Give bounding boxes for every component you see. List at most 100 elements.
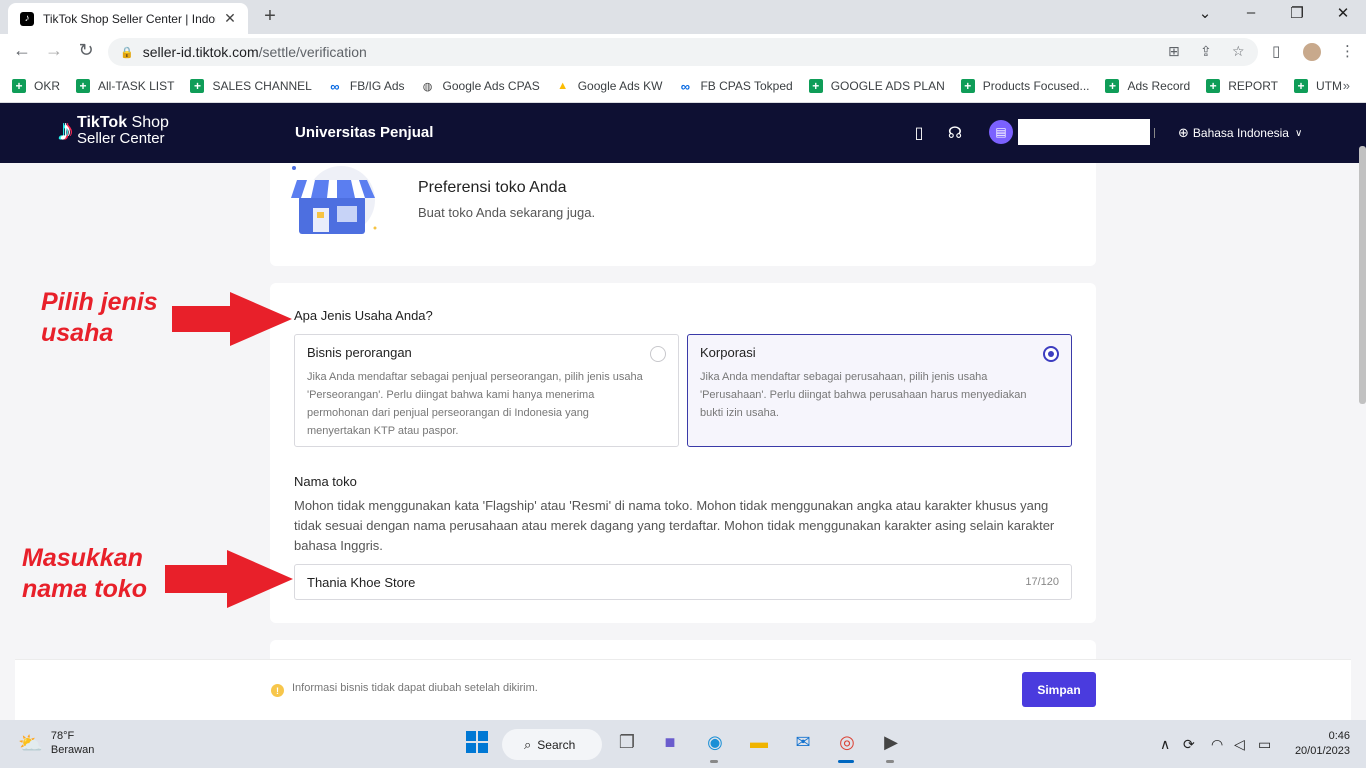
reload-icon[interactable]: ↻ — [74, 40, 98, 61]
sheets-icon: + — [76, 79, 91, 93]
sheets-icon: + — [1293, 79, 1308, 93]
language-selector[interactable]: ⊕ Bahasa Indonesia ∨ — [1178, 125, 1302, 141]
browser-tab[interactable]: ♪ TikTok Shop Seller Center | Indon ✕ — [8, 3, 248, 34]
new-tab-icon[interactable]: + — [258, 5, 282, 28]
mobile-icon[interactable]: ▯ — [909, 123, 929, 143]
tiktok-favicon-icon: ♪ — [20, 11, 34, 26]
bottom-action-bar — [15, 659, 1351, 720]
wifi-icon[interactable]: ◠ — [1211, 736, 1223, 753]
edge-icon[interactable]: ◉ — [703, 730, 727, 754]
bookmark-item[interactable]: + SALES CHANNEL — [190, 79, 312, 93]
task-view-icon[interactable]: ❐ — [615, 730, 639, 754]
mail-icon[interactable]: ✉ — [791, 730, 815, 754]
url-host: seller-id.tiktok.com — [142, 44, 259, 60]
bookmark-item[interactable]: ▲ Google Ads KW — [556, 79, 662, 93]
business-type-question: Apa Jenis Usaha Anda? — [294, 308, 433, 323]
weather-widget[interactable]: ⛅ 78°F Berawan — [18, 729, 94, 757]
bookmark-item[interactable]: ◍ Google Ads CPAS — [421, 79, 540, 93]
meta-icon: ∞ — [680, 78, 691, 94]
tab-title: TikTok Shop Seller Center | Indon — [43, 11, 216, 26]
headset-icon[interactable]: ☊ — [945, 123, 965, 143]
bookmark-item[interactable]: + REPORT — [1206, 79, 1278, 93]
page-scrollbar[interactable] — [1359, 146, 1366, 404]
store-name-input[interactable]: Thania Khoe Store 17/120 — [294, 564, 1072, 600]
profile-avatar[interactable] — [1301, 41, 1323, 63]
battery-icon[interactable]: ▭ — [1258, 736, 1271, 753]
character-counter: 17/120 — [1025, 576, 1059, 588]
forward-icon[interactable]: → — [42, 40, 66, 61]
store-name-label: Nama toko — [294, 474, 357, 489]
annotation-store-name: Masukkan nama toko — [22, 544, 148, 603]
menu-icon[interactable]: ⋮ — [1340, 42, 1355, 60]
running-indicator — [886, 760, 894, 763]
tiktok-shop-logo[interactable]: ♪ TikTok Shop Seller Center — [58, 113, 169, 147]
share-icon[interactable]: ⇪ — [1200, 43, 1212, 60]
search-icon: ⌕ — [524, 736, 532, 752]
radio-corporate[interactable] — [1043, 346, 1059, 362]
business-type-option-individual[interactable]: Bisnis perorangan Jika Anda mendaftar se… — [294, 334, 679, 447]
translate-icon[interactable]: ⊞ — [1168, 43, 1180, 60]
bookmark-item[interactable]: + Ads Record — [1105, 79, 1190, 93]
bookmark-item[interactable]: + UTM — [1293, 79, 1342, 93]
store-illustration — [291, 166, 377, 234]
sheets-icon: + — [1206, 79, 1221, 93]
back-icon[interactable]: ← — [10, 40, 34, 61]
universitas-penjual-link[interactable]: Universitas Penjual — [295, 124, 433, 141]
file-explorer-icon[interactable]: ▬ — [747, 730, 771, 754]
store-preference-subtitle: Buat toko Anda sekarang juga. — [418, 205, 596, 220]
seller-center-header: ♪ TikTok Shop Seller Center Universitas … — [0, 103, 1366, 163]
address-bar[interactable]: 🔒 seller-id.tiktok.com/settle/verificati… — [108, 38, 1258, 66]
close-tab-icon[interactable]: ✕ — [222, 10, 238, 27]
store-name-value[interactable]: Thania Khoe Store — [307, 575, 1025, 590]
tiktok-logo-icon: ♪ — [58, 113, 73, 147]
option-description: Jika Anda mendaftar sebagai penjual pers… — [307, 371, 643, 437]
url-path: /settle/verification — [258, 44, 367, 60]
close-window-icon[interactable]: ✕ — [1328, 4, 1358, 22]
account-name-redacted[interactable] — [1018, 119, 1150, 145]
store-name-description: Mohon tidak menggunakan kata 'Flagship' … — [294, 498, 1055, 553]
bookmark-item[interactable]: + GOOGLE ADS PLAN — [808, 79, 945, 93]
browser-toolbar: ← → ↻ 🔒 seller-id.tiktok.com/settle/veri… — [0, 34, 1366, 70]
bookmark-item[interactable]: + All-TASK LIST — [76, 79, 174, 93]
red-arrow-icon — [172, 292, 292, 346]
bookmark-item[interactable]: + Products Focused... — [960, 79, 1089, 93]
minimize-icon[interactable]: – — [1236, 4, 1266, 21]
bookmark-star-icon[interactable]: ☆ — [1232, 43, 1245, 60]
bookmark-item[interactable]: ∞ FB/IG Ads — [328, 78, 404, 94]
side-panel-icon[interactable]: ▯ — [1272, 42, 1280, 60]
lock-icon[interactable]: 🔒 — [120, 46, 134, 59]
windows-start-icon[interactable] — [465, 730, 489, 754]
restore-icon[interactable]: ❐ — [1282, 4, 1312, 22]
save-button[interactable]: Simpan — [1022, 672, 1096, 707]
show-hidden-icons-icon[interactable]: ∧ — [1160, 736, 1170, 753]
meta-icon: ∞ — [330, 78, 340, 94]
teams-chat-icon[interactable]: ■ — [658, 730, 682, 754]
header-divider — [1154, 128, 1155, 138]
sheets-icon: + — [960, 79, 975, 93]
google-ads-icon: ▲ — [557, 80, 569, 92]
active-app-indicator — [838, 760, 854, 763]
annotation-business-type: Pilih jenis usaha — [41, 288, 158, 347]
chevron-down-icon[interactable]: ⌄ — [1190, 4, 1220, 22]
radio-individual[interactable] — [650, 346, 666, 362]
footer-notice: Informasi bisnis tidak dapat diubah sete… — [292, 682, 538, 694]
sheets-icon: + — [808, 79, 823, 93]
sync-icon[interactable]: ⟳ — [1183, 736, 1195, 753]
media-player-icon[interactable]: ▶ — [879, 730, 903, 754]
sheets-icon: + — [12, 79, 26, 93]
bookmark-item[interactable]: ∞ FB CPAS Tokped — [678, 78, 793, 94]
sheets-icon: + — [190, 79, 205, 93]
account-avatar[interactable]: ▤ — [989, 120, 1013, 144]
more-bookmarks-icon[interactable]: » — [1343, 78, 1350, 93]
bookmark-item[interactable]: + OKR — [12, 79, 60, 93]
red-arrow-icon — [165, 550, 293, 608]
system-clock[interactable]: 0:46 20/01/2023 — [1290, 729, 1350, 759]
running-indicator — [710, 760, 718, 763]
chevron-down-icon: ∨ — [1294, 127, 1303, 139]
taskbar-search[interactable]: ⌕ Search — [502, 729, 602, 760]
partly-cloudy-icon: ⛅ — [18, 732, 43, 755]
volume-icon[interactable]: ◁ — [1234, 736, 1245, 753]
business-type-option-corporate[interactable]: Korporasi Jika Anda mendaftar sebagai pe… — [687, 334, 1072, 447]
globe-icon: ◍ — [422, 80, 433, 93]
chrome-icon[interactable]: ◎ — [835, 730, 859, 754]
